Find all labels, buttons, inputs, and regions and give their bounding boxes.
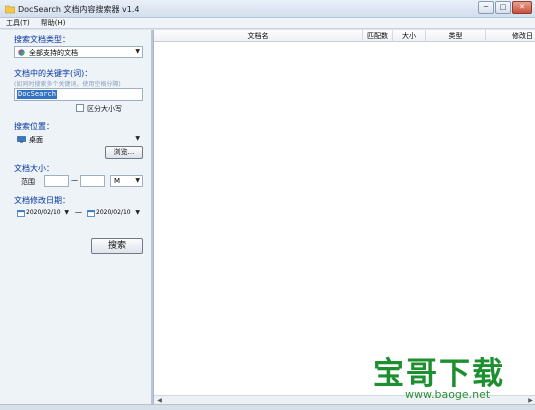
col-filename[interactable]: 文档名 bbox=[154, 30, 363, 42]
location-label: 搜索位置： bbox=[14, 122, 54, 131]
range-label: 范围 bbox=[21, 178, 35, 186]
keyword-hint: (如同时搜索多个关键词，使用空格分隔) bbox=[14, 81, 121, 88]
location-select[interactable]: 桌面 ▼ bbox=[14, 133, 143, 145]
size-min-input[interactable] bbox=[44, 175, 69, 187]
location-value: 桌面 bbox=[29, 136, 43, 144]
minimize-button[interactable]: ─ bbox=[478, 1, 494, 14]
chevron-down-icon: ▼ bbox=[135, 209, 140, 216]
menu-bar: 工具(T) 帮助(H) bbox=[0, 18, 535, 29]
date-from-value: 2020/02/10 bbox=[26, 209, 61, 216]
col-size[interactable]: 大小 bbox=[393, 30, 426, 42]
maximize-button[interactable]: □ bbox=[495, 1, 511, 14]
date-from-picker[interactable]: 2020/02/10 ▼ bbox=[14, 207, 72, 219]
results-header: 文档名 匹配数 大小 类型 修改日 bbox=[154, 30, 535, 42]
col-type[interactable]: 类型 bbox=[426, 30, 486, 42]
desktop-icon bbox=[17, 136, 26, 143]
menu-tools[interactable]: 工具(T) bbox=[0, 18, 35, 28]
calendar-icon bbox=[17, 210, 25, 217]
search-button[interactable]: 搜索 bbox=[91, 238, 143, 254]
chevron-down-icon: ▼ bbox=[135, 48, 140, 55]
size-unit-value: M bbox=[114, 177, 121, 185]
case-sensitive-checkbox[interactable] bbox=[76, 104, 84, 112]
size-label: 文档大小： bbox=[14, 164, 54, 173]
date-label: 文档修改日期： bbox=[14, 196, 70, 205]
calendar-icon bbox=[87, 210, 95, 217]
watermark-text: 宝哥下载 bbox=[373, 356, 505, 392]
close-button[interactable]: ✕ bbox=[512, 1, 532, 14]
document-types-icon bbox=[18, 49, 25, 56]
range-dash: 一 bbox=[71, 177, 78, 185]
chevron-down-icon: ▼ bbox=[135, 177, 140, 184]
title-bar: DocSearch 文档内容搜索器 v1.4 ─ □ ✕ bbox=[0, 0, 535, 18]
col-matches[interactable]: 匹配数 bbox=[363, 30, 393, 42]
chevron-down-icon: ▼ bbox=[135, 135, 140, 142]
status-bar bbox=[0, 404, 535, 410]
doc-type-select[interactable]: 全部支持的文档 ▼ bbox=[14, 46, 143, 58]
keyword-label: 文档中的关键字(词)： bbox=[14, 69, 93, 78]
menu-help[interactable]: 帮助(H) bbox=[35, 18, 71, 28]
size-unit-select[interactable]: M ▼ bbox=[110, 175, 143, 187]
doc-type-value: 全部支持的文档 bbox=[29, 49, 78, 57]
watermark-url: www.baoge.net bbox=[405, 388, 491, 401]
app-folder-icon bbox=[5, 5, 15, 14]
case-sensitive-label: 区分大小写 bbox=[87, 105, 122, 113]
date-to-value: 2020/02/10 bbox=[96, 209, 131, 216]
col-modified[interactable]: 修改日 bbox=[486, 30, 535, 42]
browse-button[interactable]: 浏览... bbox=[105, 146, 143, 159]
search-panel: 搜索文档类型： 全部支持的文档 ▼ 文档中的关键字(词)： (如同时搜索多个关键… bbox=[0, 30, 151, 406]
keyword-input[interactable]: DocSearch bbox=[14, 88, 143, 101]
watermark: 宝哥下载 www.baoge.net bbox=[373, 348, 533, 404]
window-title: DocSearch 文档内容搜索器 v1.4 bbox=[18, 5, 140, 14]
keyword-value: DocSearch bbox=[17, 90, 57, 99]
chevron-down-icon: ▼ bbox=[64, 209, 69, 216]
date-dash: 一 bbox=[75, 209, 82, 217]
date-to-picker[interactable]: 2020/02/10 ▼ bbox=[84, 207, 143, 219]
doc-type-label: 搜索文档类型： bbox=[14, 35, 70, 44]
size-max-input[interactable] bbox=[80, 175, 105, 187]
